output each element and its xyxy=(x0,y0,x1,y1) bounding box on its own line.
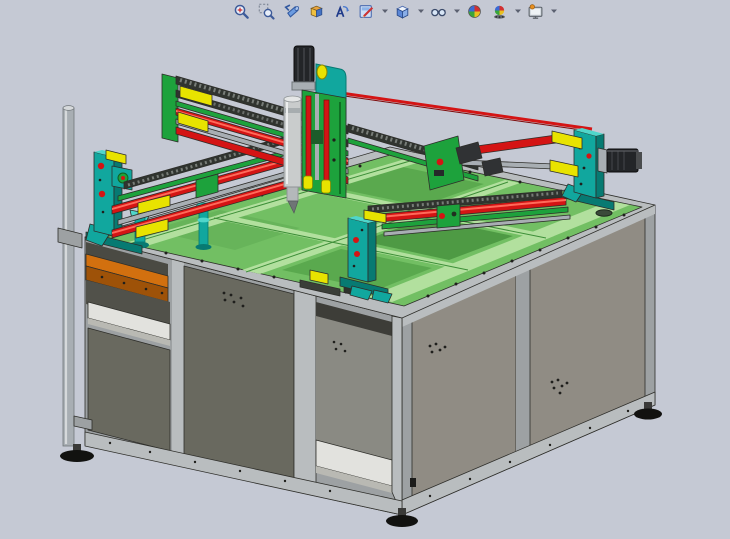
z-rail xyxy=(306,96,311,184)
appearance-ball-icon xyxy=(466,3,483,20)
view-settings-button[interactable] xyxy=(524,0,547,22)
display-style-button[interactable] xyxy=(391,0,414,22)
zoom-area-icon xyxy=(258,3,275,20)
back-rail-rod xyxy=(334,92,592,129)
hide-show-items-button[interactable] xyxy=(427,0,450,22)
view-orientation-button[interactable] xyxy=(355,0,378,22)
z-motor xyxy=(292,46,315,90)
chevron-down-icon xyxy=(453,7,461,15)
apply-scene-dropdown[interactable] xyxy=(513,1,522,21)
power-switch xyxy=(410,478,416,487)
apply-scene-button[interactable] xyxy=(488,0,511,22)
glasses-icon xyxy=(430,3,447,20)
hide-show-items-dropdown[interactable] xyxy=(452,1,461,21)
pole-clamp xyxy=(58,228,82,248)
zoom-to-fit-button[interactable] xyxy=(230,0,253,22)
display-style-cube-icon xyxy=(394,3,411,20)
zoom-fit-icon xyxy=(233,3,250,20)
section-view-icon xyxy=(308,3,325,20)
view-orientation-icon xyxy=(358,3,375,20)
chevron-down-icon xyxy=(550,7,558,15)
view-settings-dropdown[interactable] xyxy=(549,1,558,21)
gantry-right-upright[interactable] xyxy=(550,128,642,210)
spindle xyxy=(284,96,301,213)
chevron-down-icon xyxy=(417,7,425,15)
drive-motor xyxy=(598,148,642,173)
chevron-down-icon xyxy=(381,7,389,15)
apply-scene-icon xyxy=(491,3,508,20)
annotation-rotate-icon xyxy=(333,3,350,20)
view-orientation-dropdown[interactable] xyxy=(380,1,389,21)
z-rail xyxy=(324,100,329,188)
section-view-button[interactable] xyxy=(305,0,328,22)
table-hole xyxy=(596,210,612,216)
zoom-to-area-button[interactable] xyxy=(255,0,278,22)
display-style-dropdown[interactable] xyxy=(416,1,425,21)
view-toolbar xyxy=(230,1,558,21)
annotation-rotate-button[interactable] xyxy=(330,0,353,22)
previous-view-button[interactable] xyxy=(280,0,303,22)
edit-appearance-button[interactable] xyxy=(463,0,486,22)
cnc-machine-model[interactable] xyxy=(0,0,730,539)
rail-carriage xyxy=(437,204,460,228)
previous-view-icon xyxy=(283,3,300,20)
z-axis-tower[interactable] xyxy=(284,46,346,213)
view-settings-icon xyxy=(527,3,544,20)
open-compartment xyxy=(316,302,392,493)
cad-viewport xyxy=(0,0,730,539)
chevron-down-icon xyxy=(514,7,522,15)
